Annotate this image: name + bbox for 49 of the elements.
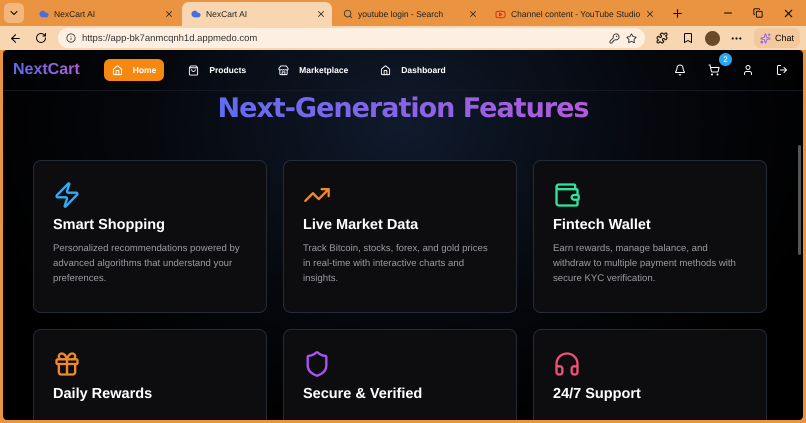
- chat-button[interactable]: Chat: [754, 28, 800, 48]
- feature-title: Daily Rewards: [53, 386, 154, 402]
- browser-tab[interactable]: Channel content - YouTube Studio: [486, 2, 662, 26]
- back-arrow-icon: [8, 32, 22, 44]
- sparkle-icon: [760, 32, 771, 44]
- close-icon: [782, 6, 794, 20]
- feature-title: Live Market Data: [303, 217, 420, 233]
- close-icon[interactable]: [645, 9, 656, 19]
- feature-title: Fintech Wallet: [553, 217, 652, 233]
- key-icon[interactable]: [608, 32, 620, 44]
- reload-icon: [35, 32, 47, 44]
- close-icon[interactable]: [316, 9, 326, 19]
- user-icon: [742, 64, 754, 76]
- feature-description: Earn rewards, manage balance, and withdraw to multiple payment methods with secure KYC verification.: [553, 242, 737, 286]
- nav-link[interactable]: Marketplace: [270, 59, 356, 81]
- bookmark-icon: [682, 32, 694, 44]
- feature-description: Track Bitcoin, stocks, forex, and gold prices in real-time with interactive charts and insights.: [303, 242, 489, 286]
- feature-description: Personalized recommendations powered by advanced algorithms that understand your preferences.: [53, 242, 241, 286]
- nav-link[interactable]: Products: [180, 59, 254, 81]
- cart-icon: [708, 64, 720, 76]
- plus-icon: [670, 6, 684, 20]
- tab-list-button[interactable]: [4, 3, 24, 23]
- browser-tab[interactable]: NexCart AI: [182, 2, 332, 26]
- close-icon[interactable]: [468, 9, 478, 19]
- favorite-star-icon[interactable]: [626, 32, 637, 44]
- cart-count-badge: 2: [719, 53, 732, 66]
- restore-icon: [753, 8, 763, 18]
- cloud-icon: [39, 9, 49, 19]
- profile-avatar[interactable]: [704, 30, 720, 46]
- logout-icon: [776, 64, 788, 76]
- cloud-icon: [191, 9, 201, 19]
- search-icon: [343, 9, 353, 19]
- feature-title: Secure & Verified: [303, 386, 424, 402]
- feature-title: Smart Shopping: [53, 217, 166, 233]
- store-icon: [278, 64, 290, 76]
- play-icon: [495, 8, 506, 20]
- close-icon[interactable]: [164, 9, 174, 19]
- feature-title: 24/7 Support: [553, 386, 642, 402]
- nav-link[interactable]: Dashboard: [372, 59, 454, 81]
- puzzle-icon: [656, 32, 668, 44]
- house-icon: [380, 64, 392, 76]
- bell-icon: [674, 64, 686, 76]
- scrollbar-thumb[interactable]: [798, 145, 801, 255]
- browser-tab[interactable]: NexCart AI: [30, 2, 180, 26]
- bag-icon: [188, 64, 200, 76]
- house-icon: [112, 64, 123, 76]
- browser-tab[interactable]: youtube login - Search: [334, 2, 484, 26]
- site-info-icon: [66, 33, 76, 43]
- address-bar[interactable]: https://app-bk7anmcqnh1d.appmedo.com: [58, 28, 645, 48]
